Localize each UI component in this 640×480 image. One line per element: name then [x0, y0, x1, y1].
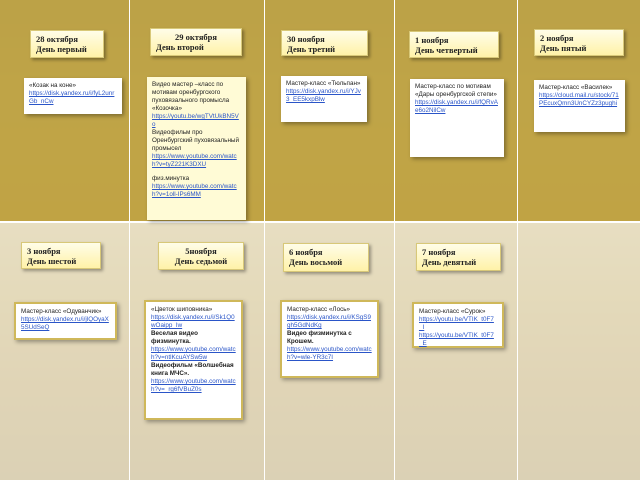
day-7-link-3[interactable]: https://www.youtube.com/watch?v=_rg6fVBu… — [151, 378, 236, 394]
day-7-link-2[interactable]: https://www.youtube.com/watch?v=ntlKcuAY… — [151, 346, 236, 362]
day-9-header: 7 ноября День девятый — [416, 243, 501, 271]
day-7-link-1[interactable]: https://disk.yandex.ru/i/Sk1Q0wOaipp_Iw — [151, 314, 236, 330]
day-8-label: День восьмой — [289, 257, 343, 267]
day-5-header: 2 ноября День пятый — [534, 29, 624, 56]
day-8-link-2[interactable]: https://www.youtube.com/watch?v=wle-YR3c… — [287, 346, 372, 362]
day-2-link-2[interactable]: https://www.youtube.com/watch?v=tyZ221K3… — [152, 153, 241, 169]
day-7-text-2: Веселая видео физминутка. — [151, 330, 198, 345]
day-6-header: 3 ноября День шестой — [21, 242, 101, 269]
day-1-card: «Козак на коне» https://disk.yandex.ru/i… — [24, 78, 122, 114]
day-2-link-1[interactable]: https://youtu.be/wgTVtUkBN5Vo — [152, 113, 241, 129]
day-6-date: 3 ноября — [27, 246, 61, 256]
day-7-text-3: Видеофильм «Волшебная книга МЧС». — [151, 362, 234, 377]
day-7-card: «Цветок шиповника» https://disk.yandex.r… — [144, 300, 243, 420]
day-8-text-1: Мастер-класс «Лось» — [287, 306, 350, 313]
day-5-title: Мастер-класс «Василек» — [539, 84, 613, 91]
day-3-date: 30 ноября — [287, 34, 325, 44]
day-9-link-2[interactable]: https://youtu.be/VTIK_t0F7_E — [419, 332, 497, 348]
day-7-text-1: «Цветок шиповника» — [151, 306, 213, 313]
day-6-label: День шестой — [27, 256, 77, 266]
day-1-date: 28 октября — [36, 34, 79, 44]
day-5-link[interactable]: https://cloud.mail.ru/stock/71PEcuxQmn3U… — [539, 92, 620, 108]
day-7-label: День седьмой — [174, 256, 228, 266]
day-2-label: День второй — [156, 42, 204, 52]
day-9-card: Мастер-класс «Сурок» https://youtu.be/VT… — [412, 302, 504, 348]
day-6-title: Мастер-класс «Одуванчик» — [21, 308, 102, 315]
day-9-link-1[interactable]: https://youtu.be/VTIK_t0F7_I — [419, 316, 497, 332]
day-2-text-3: физ.минутка — [152, 175, 190, 182]
day-3-title: Мастер-класс «Тюльпан» — [286, 80, 361, 87]
day-3-card: Мастер-класс «Тюльпан» https://disk.yand… — [281, 76, 367, 122]
day-7-date: 5ноября — [185, 246, 217, 256]
day-1-header: 28 октября День первый — [30, 30, 104, 58]
day-1-link[interactable]: https://disk.yandex.ru/i/fyL2unrGb_nCw — [29, 90, 117, 106]
day-4-date: 1 ноября — [415, 35, 449, 45]
day-3-link[interactable]: https://disk.yandex.ru/i/YJv3_EE5kxpBlw — [286, 88, 362, 104]
day-1-label: День первый — [36, 44, 87, 54]
day-8-text-2: Видео физминутка с Крошем. — [287, 330, 352, 345]
empty-cell — [518, 223, 640, 480]
day-4-label: День четвертый — [415, 45, 478, 55]
day-1-title: «Козак на коне» — [29, 82, 77, 89]
day-9-title: Мастер-класс «Сурок» — [419, 308, 486, 315]
day-5-date: 2 ноября — [540, 33, 574, 43]
day-7-header: 5ноября День седьмой — [158, 242, 244, 270]
day-6-card: Мастер-класс «Одуванчик» https://disk.ya… — [14, 302, 117, 340]
day-3-header: 30 ноября День третий — [281, 30, 368, 56]
day-4-card: Мастер-класс по мотивам «Дары оренбургск… — [410, 79, 504, 157]
day-2-link-3[interactable]: https://www.youtube.com/watch?v=1oll-IPs… — [152, 183, 241, 199]
day-3-label: День третий — [287, 44, 335, 54]
day-8-header: 6 ноября День восьмой — [283, 243, 369, 272]
day-2-text-1: Видео мастер –класс по мотивам оренбургс… — [152, 81, 230, 112]
day-8-date: 6 ноября — [289, 247, 323, 257]
schedule-grid — [0, 0, 640, 480]
day-2-header: 29 октября День второй — [150, 28, 242, 56]
day-9-label: День девятый — [422, 257, 477, 267]
day-4-link[interactable]: https://disk.yandex.ru/i/fQRvAe6o2NilCw — [415, 99, 499, 115]
day-4-header: 1 ноября День четвертый — [409, 31, 499, 58]
day-6-link[interactable]: https://disk.yandex.ru/i/jlQOyaX5SUdSeQ — [21, 316, 110, 332]
day-9-date: 7 ноября — [422, 247, 456, 257]
day-8-link-1[interactable]: https://disk.yandex.ru/i/KSgS9gh5GdNdKg — [287, 314, 372, 330]
day-2-card: Видео мастер –класс по мотивам оренбургс… — [147, 77, 246, 220]
day-4-title: Мастер-класс по мотивам «Дары оренбургск… — [415, 83, 497, 98]
day-2-text-2: Видеофильм про Оренбургский пуховязальны… — [152, 129, 239, 152]
day-8-card: Мастер-класс «Лось» https://disk.yandex.… — [280, 300, 379, 378]
day-5-card: Мастер-класс «Василек» https://cloud.mai… — [534, 80, 625, 132]
day-2-date: 29 октября — [174, 32, 217, 42]
day-5-label: День пятый — [540, 43, 587, 53]
